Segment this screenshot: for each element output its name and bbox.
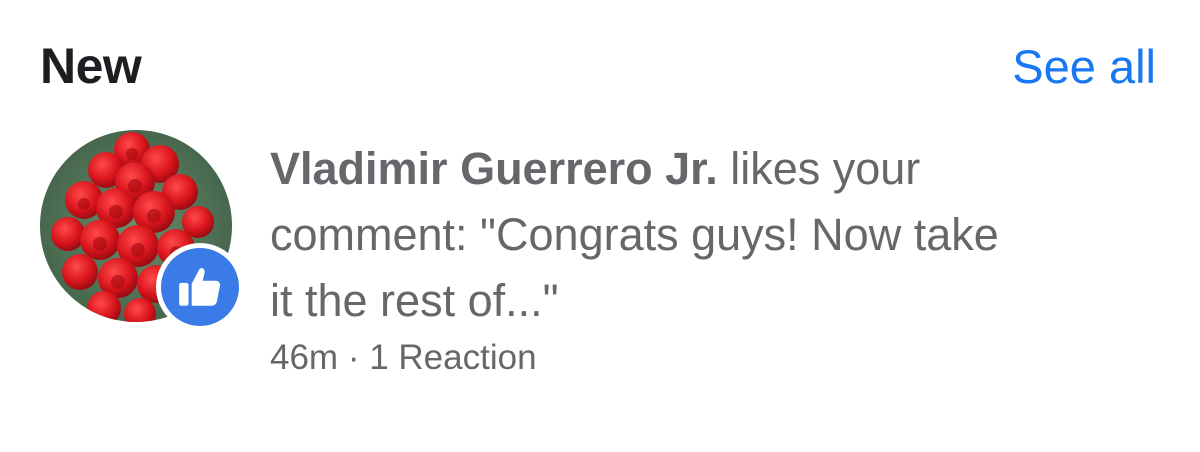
thumbs-up-icon: [179, 268, 221, 306]
notifications-header: New See all: [40, 30, 1156, 102]
like-reaction-badge: [156, 243, 244, 331]
meta-separator: ·: [338, 338, 370, 377]
timestamp: 46m: [270, 338, 339, 377]
notification-text: Vladimir Guerrero Jr. likes your comment…: [270, 130, 1160, 378]
section-title: New: [40, 38, 142, 94]
notification-meta: 46m · 1 Reaction: [270, 338, 1160, 378]
reaction-count: 1 Reaction: [369, 338, 537, 377]
avatar-container: [40, 130, 244, 331]
notification-item[interactable]: Vladimir Guerrero Jr. likes your comment…: [40, 130, 1160, 378]
see-all-link[interactable]: See all: [1012, 39, 1156, 94]
notification-message: Vladimir Guerrero Jr. likes your comment…: [270, 136, 1010, 334]
actor-name[interactable]: Vladimir Guerrero Jr.: [270, 143, 718, 194]
notifications-panel: New See all Vladimir Guerrero Jr. likes …: [0, 0, 1200, 452]
